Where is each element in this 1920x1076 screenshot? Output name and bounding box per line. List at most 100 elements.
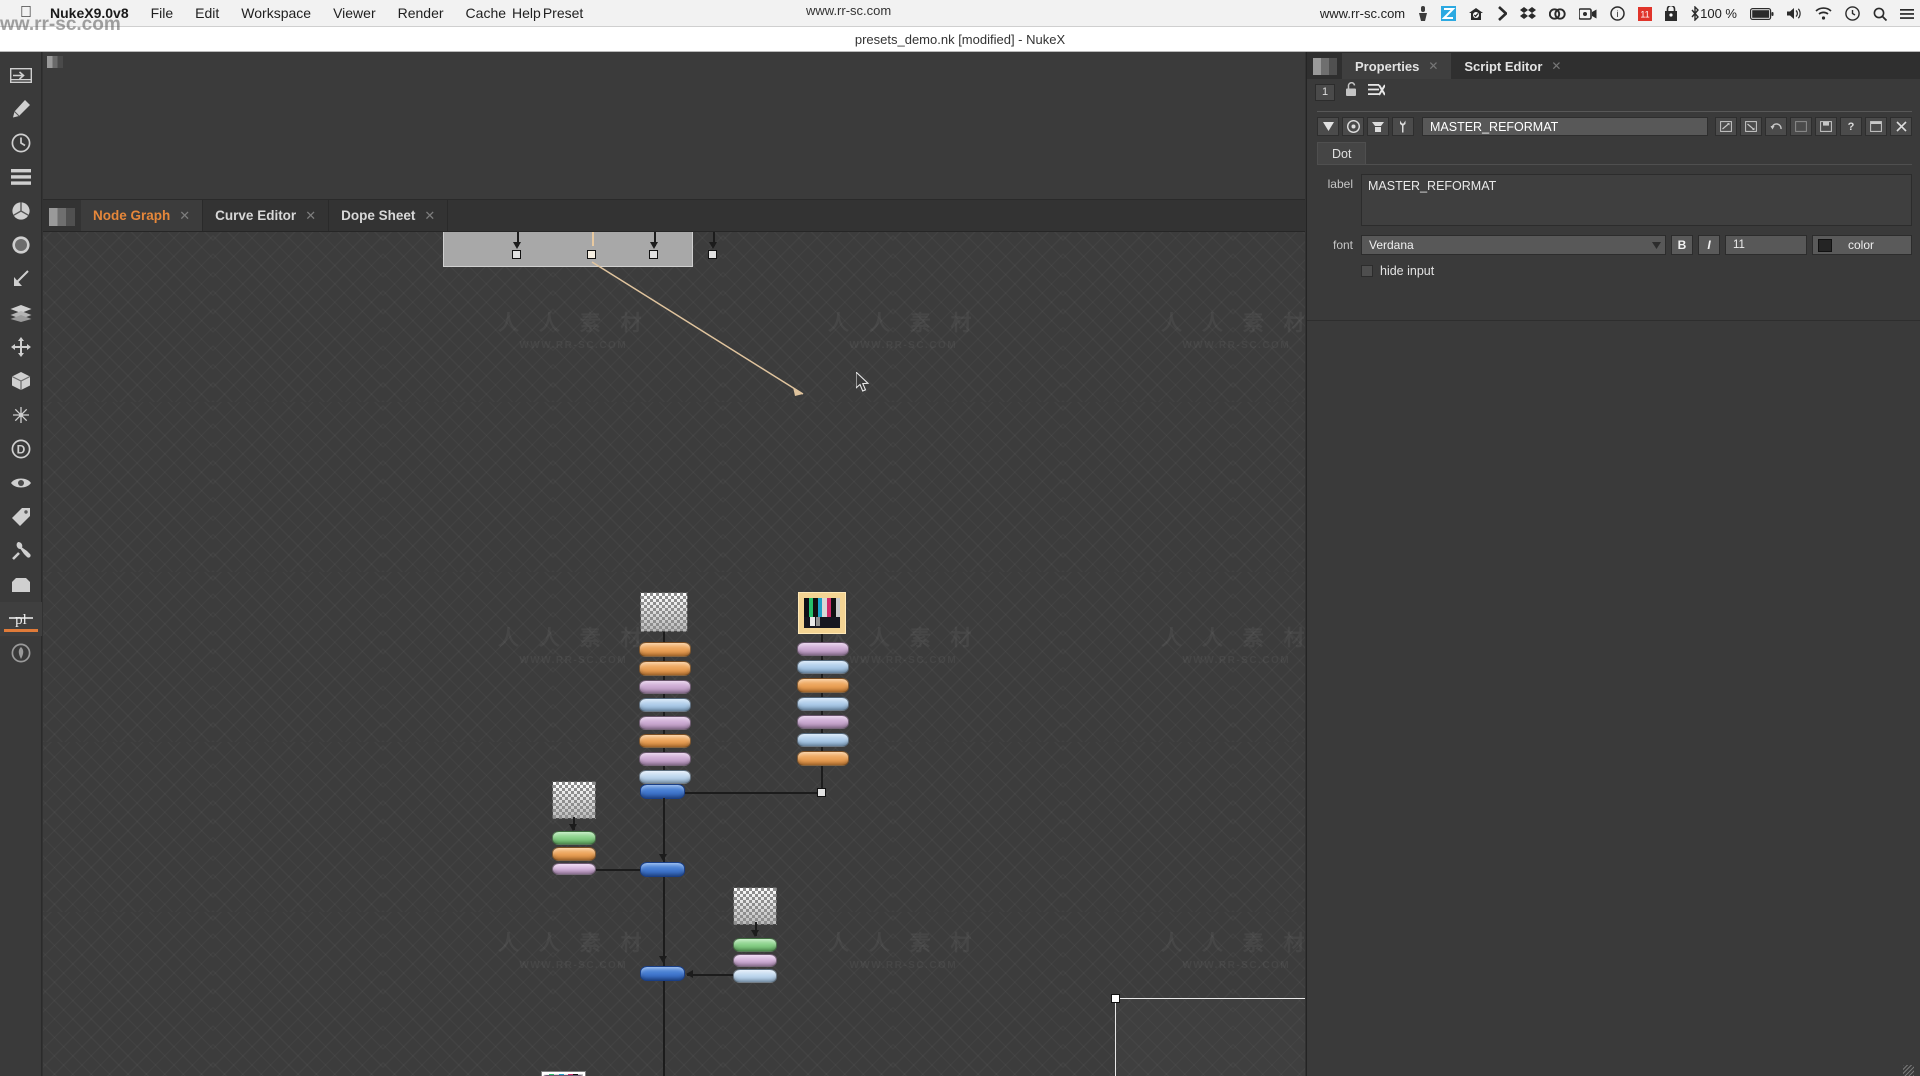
keyer-node-icon[interactable] (0, 262, 42, 296)
tab-grip-icon[interactable] (1313, 58, 1337, 75)
wifi-icon[interactable] (1815, 7, 1832, 20)
node-connector[interactable] (817, 788, 826, 797)
lock-icon[interactable] (1665, 6, 1678, 21)
node[interactable] (639, 680, 691, 694)
tab-dope-sheet[interactable]: Dope Sheet ✕ (329, 200, 449, 231)
node[interactable] (797, 733, 849, 747)
swap-icon[interactable] (1715, 117, 1737, 136)
home-check-icon[interactable] (1469, 7, 1485, 21)
color-wheel-icon[interactable] (1342, 117, 1364, 136)
menu-item-render[interactable]: Render (398, 5, 444, 21)
merge-node-icon[interactable] (0, 296, 42, 330)
help-icon[interactable]: ? (1840, 117, 1862, 136)
views-node-icon[interactable] (0, 466, 42, 500)
node[interactable] (552, 831, 596, 845)
tab-dot[interactable]: Dot (1317, 142, 1367, 164)
node-selected-blue[interactable] (640, 862, 685, 877)
tab-node-graph[interactable]: Node Graph ✕ (81, 200, 204, 231)
recording-badge-icon[interactable]: 11 (1638, 6, 1653, 21)
node[interactable] (797, 751, 849, 766)
battery-icon[interactable] (1750, 7, 1774, 20)
menu-item-viewer[interactable]: Viewer (333, 5, 376, 21)
info-icon[interactable]: i (1610, 6, 1625, 21)
clock-icon[interactable] (1845, 6, 1860, 21)
node[interactable] (733, 954, 777, 967)
node-thumbnail[interactable] (552, 781, 596, 819)
menu-item-help[interactable]: Help (512, 5, 541, 21)
volume-icon[interactable] (1787, 7, 1802, 20)
copy-icon[interactable] (1740, 117, 1762, 136)
metadata-node-icon[interactable] (0, 500, 42, 534)
filter-node-icon[interactable] (0, 228, 42, 262)
font-family-select[interactable]: Verdana (1361, 235, 1666, 255)
node-connector[interactable] (649, 250, 658, 259)
node[interactable] (552, 863, 596, 875)
node[interactable] (639, 770, 691, 784)
hide-input-row[interactable]: hide input (1361, 264, 1912, 278)
close-icon[interactable]: ✕ (1551, 59, 1561, 73)
close-icon[interactable]: ✕ (305, 208, 316, 224)
close-icon[interactable] (1890, 117, 1912, 136)
menu-item-edit[interactable]: Edit (195, 5, 219, 21)
tab-curve-editor[interactable]: Curve Editor ✕ (203, 200, 330, 231)
node[interactable] (639, 734, 691, 748)
channel-node-icon[interactable] (0, 160, 42, 194)
node[interactable] (797, 715, 849, 729)
font-color-button[interactable]: color (1812, 235, 1912, 255)
save-icon[interactable] (1815, 117, 1837, 136)
revert-icon[interactable] (1765, 117, 1787, 136)
node-icon[interactable] (1367, 117, 1389, 136)
wrench-icon[interactable] (1392, 117, 1414, 136)
load-icon[interactable] (1790, 117, 1812, 136)
draw-node-icon[interactable] (0, 92, 42, 126)
color-swatch[interactable] (1818, 238, 1832, 252)
image-node-icon[interactable] (0, 58, 42, 92)
3d-node-icon[interactable] (0, 364, 42, 398)
node[interactable] (797, 660, 849, 674)
deep-node-icon[interactable]: D (0, 432, 42, 466)
close-icon[interactable]: ✕ (1428, 59, 1438, 73)
collapse-arrow-icon[interactable] (1317, 117, 1339, 136)
menu-item-file[interactable]: File (151, 5, 174, 21)
font-size-input[interactable]: 11 (1725, 235, 1807, 255)
label-knob-input[interactable]: MASTER_REFORMAT (1361, 174, 1912, 226)
dropbox-icon[interactable] (1520, 6, 1537, 21)
pin-count-input[interactable]: 1 (1315, 83, 1335, 101)
creative-cloud-icon[interactable] (1549, 7, 1566, 21)
search-icon[interactable] (1873, 7, 1887, 21)
plugin-node-icon[interactable]: pl (0, 602, 42, 636)
other-node-icon[interactable] (0, 568, 42, 602)
menu-item-workspace[interactable]: Workspace (241, 5, 311, 21)
color-node-icon[interactable] (0, 194, 42, 228)
node-selected-blue[interactable] (640, 966, 685, 981)
tab-grip-icon[interactable] (49, 208, 75, 226)
node[interactable] (797, 642, 849, 656)
node[interactable] (639, 661, 691, 676)
node[interactable] (797, 697, 849, 711)
italic-button[interactable]: I (1698, 235, 1720, 255)
toolsets-node-icon[interactable] (0, 534, 42, 568)
node-thumbnail[interactable] (733, 887, 777, 925)
furnace-node-icon[interactable] (0, 636, 42, 670)
node-thumbnail-selected[interactable] (798, 592, 846, 634)
node[interactable] (639, 698, 691, 712)
unlock-icon[interactable] (1344, 81, 1359, 102)
clear-all-icon[interactable] (1368, 83, 1386, 102)
node-name-field[interactable]: MASTER_REFORMAT (1422, 117, 1708, 136)
pane-grip-icon[interactable] (47, 56, 63, 68)
menu-icon[interactable] (1900, 8, 1914, 20)
chevron-right-icon[interactable] (1498, 6, 1508, 21)
node-connector[interactable] (708, 250, 717, 259)
chevron-down-icon[interactable] (1652, 238, 1661, 252)
transform-node-icon[interactable] (0, 330, 42, 364)
resize-grip-icon[interactable] (1903, 1065, 1914, 1076)
node-selected-blue[interactable] (640, 784, 685, 799)
viewer-bbox-overlay[interactable] (1115, 998, 1305, 1076)
bbox-handle[interactable] (1111, 994, 1120, 1003)
close-icon[interactable]: ✕ (424, 208, 435, 224)
node[interactable] (733, 969, 777, 983)
node[interactable] (733, 938, 777, 952)
node-thumbnail[interactable] (640, 592, 688, 632)
menu-item-preset[interactable]: Preset (543, 5, 583, 21)
zotero-icon[interactable] (1441, 6, 1457, 21)
